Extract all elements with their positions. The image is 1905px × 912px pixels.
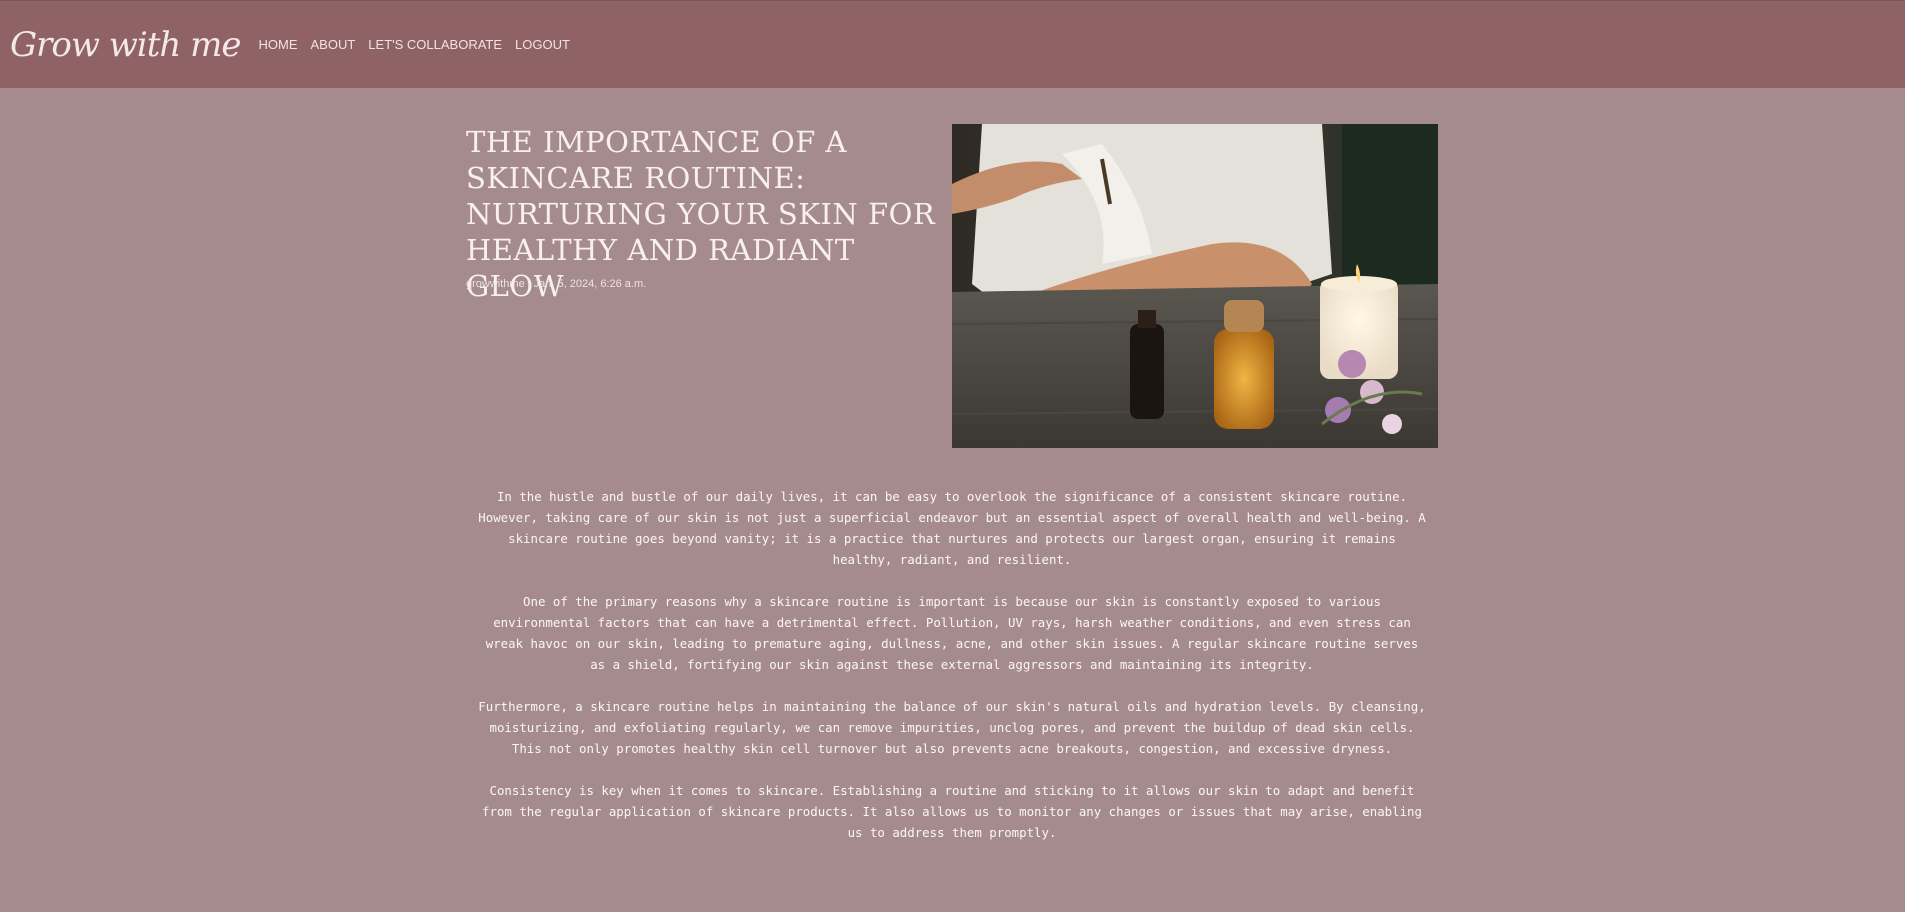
post-title: THE IMPORTANCE OF A SKINCARE ROUTINE: NU… [466,125,936,303]
post-image [952,124,1438,448]
brand-logo[interactable]: Grow with me [10,25,241,65]
post-hero: THE IMPORTANCE OF A SKINCARE ROUTINE: NU… [466,124,1438,448]
nav-links: HOME ABOUT LET'S COLLABORATE LOGOUT [259,37,583,52]
post-paragraph: Consistency is key when it comes to skin… [482,783,1422,840]
nav-link-home[interactable]: HOME [259,37,298,52]
nav-link-collaborate[interactable]: LET'S COLLABORATE [368,37,502,52]
post-meta: growwithme | Jan. 5, 2024, 6:26 a.m. [466,278,647,290]
nav-link-logout[interactable]: LOGOUT [515,37,570,52]
post-content: In the hustle and bustle of our daily li… [476,486,1428,864]
post-paragraph: One of the primary reasons why a skincar… [485,594,1419,672]
navbar: Grow with me HOME ABOUT LET'S COLLABORAT… [0,0,1905,88]
nav-link-about[interactable]: ABOUT [311,37,356,52]
post-paragraph: In the hustle and bustle of our daily li… [478,489,1426,567]
post-paragraph: Furthermore, a skincare routine helps in… [478,699,1426,756]
